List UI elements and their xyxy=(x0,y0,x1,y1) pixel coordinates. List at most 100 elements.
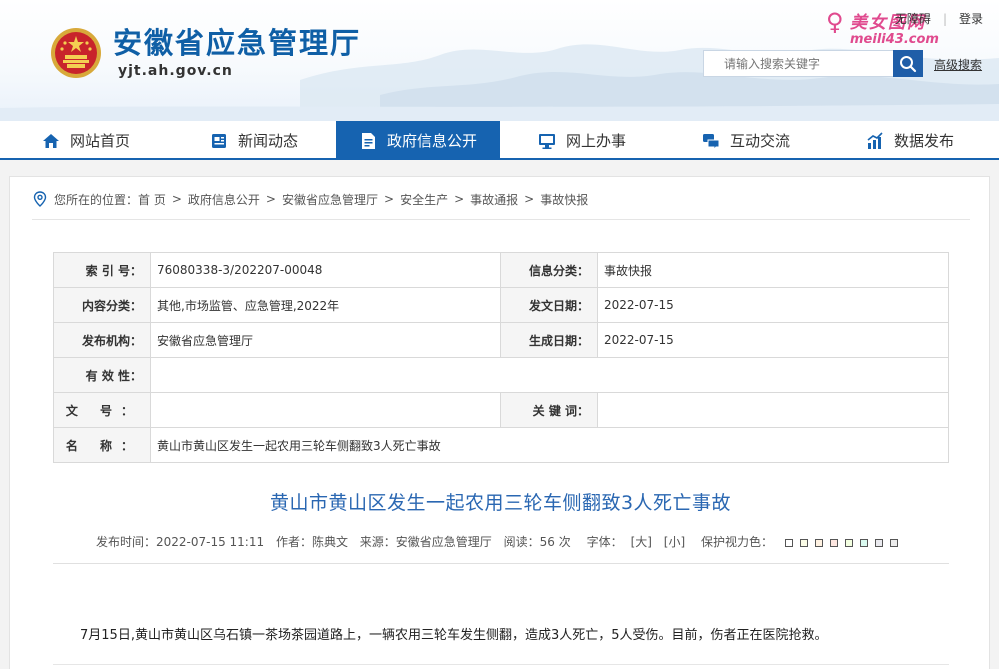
site-title[interactable]: 安徽省应急管理厅 xyxy=(113,26,361,60)
nav-item-gov-info[interactable]: 政府信息公开 xyxy=(336,121,500,160)
breadcrumb-gov-info[interactable]: 政府信息公开 xyxy=(188,191,260,208)
nav-item-news[interactable]: 新闻动态 xyxy=(172,121,336,160)
eye-care-swatch[interactable] xyxy=(890,538,898,547)
main-nav: 网站首页 新闻动态 政府信息公开 网上办事 互动交流 数据发布 xyxy=(0,121,999,160)
keywords-label: 关 键 词： xyxy=(500,392,598,428)
eye-care-swatch[interactable] xyxy=(815,538,823,547)
author: 作者：陈典文 xyxy=(275,535,348,549)
eye-care-label: 保护视力色： xyxy=(700,535,773,549)
publisher-value: 安徽省应急管理厅 xyxy=(150,322,501,358)
eye-care-swatch[interactable] xyxy=(845,538,853,547)
validity-value xyxy=(150,357,949,393)
breadcrumb-safety[interactable]: 安全生产 xyxy=(400,191,448,208)
breadcrumb-separator: > xyxy=(524,192,535,206)
chart-icon xyxy=(867,131,883,149)
search-input[interactable] xyxy=(703,50,893,77)
nav-label: 政府信息公开 xyxy=(386,132,477,150)
nav-label: 新闻动态 xyxy=(237,132,298,150)
breadcrumb-department[interactable]: 安徽省应急管理厅 xyxy=(282,191,378,208)
nav-label: 数据发布 xyxy=(893,132,954,150)
name-value: 黄山市黄山区发生一起农用三轮车侧翻致3人死亡事故 xyxy=(150,427,949,463)
font-size-label: 字体： xyxy=(586,535,623,549)
table-row: 内容分类： 其他,市场监管、应急管理,2022年 发文日期： 2022-07-1… xyxy=(53,287,949,323)
publish-time: 发布时间：2022-07-15 11:11 xyxy=(95,535,265,549)
nav-item-home[interactable]: 网站首页 xyxy=(0,121,172,160)
table-row: 索 引 号： 76080338-3/202207-00048 信息分类： 事故快… xyxy=(53,252,949,288)
monitor-icon xyxy=(538,133,555,149)
breadcrumb-separator: > xyxy=(171,192,182,206)
eye-care-swatch[interactable] xyxy=(785,538,793,547)
login-link[interactable]: 登录 xyxy=(959,10,983,27)
content-panel: 您所在的位置：首 页 > 政府信息公开 > 安徽省应急管理厅 > 安全生产 > … xyxy=(9,176,990,669)
watermark-url: meili43.com xyxy=(850,32,939,47)
validity-label: 有 效 性： xyxy=(53,357,151,393)
article-body: 7月15日,黄山市黄山区乌石镇一茶场茶园道路上，一辆农用三轮车发生侧翻，造成3人… xyxy=(80,628,828,643)
eye-care-control: 保护视力色： xyxy=(697,535,905,549)
font-size-control: 字体： [大] [小] xyxy=(583,535,690,549)
doc-number-value xyxy=(150,392,501,428)
divider: | xyxy=(942,11,947,26)
news-icon xyxy=(211,133,226,148)
category-value: 事故快报 xyxy=(597,252,949,288)
source: 来源：安徽省应急管理厅 xyxy=(359,535,492,549)
publisher-label: 发布机构： xyxy=(53,322,151,358)
location-icon xyxy=(33,191,47,207)
home-icon xyxy=(42,133,59,148)
nav-item-interaction[interactable]: 互动交流 xyxy=(664,121,828,160)
eye-care-swatch[interactable] xyxy=(830,538,838,547)
nav-label: 互动交流 xyxy=(729,132,790,150)
generated-date-label: 生成日期： xyxy=(500,322,598,358)
accessibility-link[interactable]: 无障碍 xyxy=(895,10,931,27)
eye-care-swatches xyxy=(781,535,901,549)
index-value: 76080338-3/202207-00048 xyxy=(150,252,501,288)
chat-icon xyxy=(702,133,720,150)
article-title: 黄山市黄山区发生一起农用三轮车侧翻致3人死亡事故 xyxy=(269,492,732,514)
site-domain: yjt.ah.gov.cn xyxy=(118,63,233,79)
table-row: 发布机构： 安徽省应急管理厅 生成日期： 2022-07-15 xyxy=(53,322,949,358)
issue-date-label: 发文日期： xyxy=(500,287,598,323)
index-label: 索 引 号： xyxy=(53,252,151,288)
nav-item-online-services[interactable]: 网上办事 xyxy=(500,121,664,160)
keywords-value xyxy=(597,392,949,428)
national-emblem-icon xyxy=(51,28,101,78)
divider xyxy=(53,664,949,665)
doc-number-label: 文 号： xyxy=(53,392,151,428)
breadcrumb-accident-report[interactable]: 事故快报 xyxy=(540,191,588,208)
table-row: 有 效 性： xyxy=(53,357,949,393)
breadcrumb: 您所在的位置：首 页 > 政府信息公开 > 安徽省应急管理厅 > 安全生产 > … xyxy=(32,189,588,209)
breadcrumb-home[interactable]: 首 页 xyxy=(138,191,166,208)
advanced-search-link[interactable]: 高级搜索 xyxy=(934,56,982,73)
top-links: 无障碍 | 登录 xyxy=(895,10,983,27)
nav-label: 网站首页 xyxy=(69,132,130,150)
eye-care-swatch[interactable] xyxy=(860,538,868,547)
site-header: 安徽省应急管理厅 yjt.ah.gov.cn ♀ 美女图网 meili43.co… xyxy=(0,0,999,121)
breadcrumb-accident-notice[interactable]: 事故通报 xyxy=(470,191,518,208)
eye-care-swatch[interactable] xyxy=(875,538,883,547)
divider xyxy=(32,219,970,220)
divider xyxy=(53,563,949,564)
article-meta: 发布时间：2022-07-15 11:11 作者：陈典文 来源：安徽省应急管理厅… xyxy=(10,533,991,550)
generated-date-value: 2022-07-15 xyxy=(597,322,949,358)
nav-item-data-release[interactable]: 数据发布 xyxy=(828,121,992,160)
issue-date-value: 2022-07-15 xyxy=(597,287,949,323)
font-large-button[interactable]: [大] xyxy=(631,535,652,549)
table-row: 文 号： 关 键 词： xyxy=(53,392,949,428)
search-box xyxy=(703,50,923,77)
name-label: 名 称： xyxy=(53,427,151,463)
search-button[interactable] xyxy=(893,50,923,77)
breadcrumb-separator: > xyxy=(454,192,465,206)
view-count: 阅读：56 次 xyxy=(503,535,571,549)
nav-label: 网上办事 xyxy=(565,132,626,150)
breadcrumb-separator: > xyxy=(384,192,395,206)
content-category-label: 内容分类： xyxy=(53,287,151,323)
info-table: 索 引 号： 76080338-3/202207-00048 信息分类： 事故快… xyxy=(53,252,949,463)
watermark-figure-icon: ♀ xyxy=(826,8,844,36)
search-icon xyxy=(900,55,917,72)
eye-care-swatch[interactable] xyxy=(800,538,808,547)
breadcrumb-prefix: 您所在的位置： xyxy=(54,192,139,207)
content-category-value: 其他,市场监管、应急管理,2022年 xyxy=(150,287,501,323)
font-small-button[interactable]: [小] xyxy=(664,535,685,549)
table-row: 名 称： 黄山市黄山区发生一起农用三轮车侧翻致3人死亡事故 xyxy=(53,427,949,463)
breadcrumb-separator: > xyxy=(265,192,276,206)
document-icon xyxy=(361,132,375,149)
